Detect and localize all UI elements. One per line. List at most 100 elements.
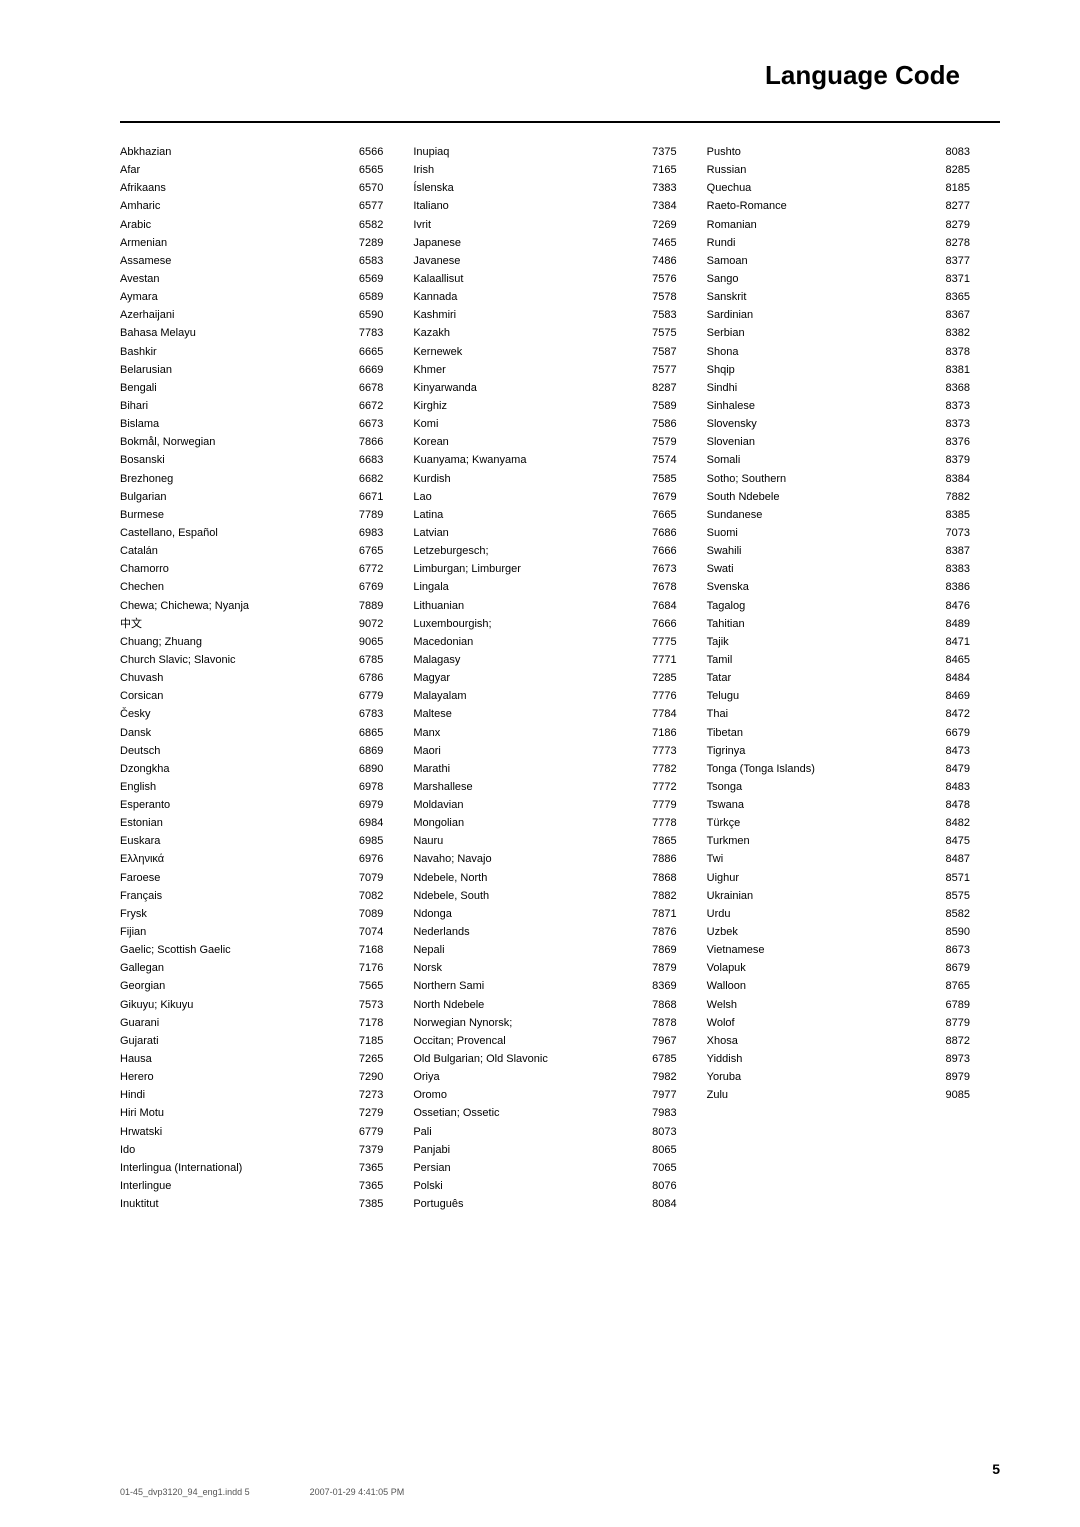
language-code: 6583: [345, 252, 383, 270]
language-code: 7783: [345, 324, 383, 342]
language-name: Hiri Motu: [120, 1104, 345, 1122]
language-name: Frysk: [120, 905, 345, 923]
language-name: Esperanto: [120, 796, 345, 814]
language-code: 7982: [639, 1068, 677, 1086]
language-name: Irish: [413, 161, 638, 179]
language-code: 8285: [932, 161, 970, 179]
language-name: Bashkir: [120, 343, 345, 361]
language-name: Castellano, Español: [120, 524, 345, 542]
language-code: 9065: [345, 633, 383, 651]
language-code: 8473: [932, 742, 970, 760]
language-code: 7876: [639, 923, 677, 941]
list-item: Oromo7977: [413, 1086, 696, 1104]
list-item: Gujarati7185: [120, 1032, 403, 1050]
list-item: Luxembourgish;7666: [413, 615, 696, 633]
language-code: 7585: [639, 470, 677, 488]
language-code: 7865: [639, 832, 677, 850]
list-item: Oriya7982: [413, 1068, 696, 1086]
language-code: 8475: [932, 832, 970, 850]
language-name: Aymara: [120, 288, 345, 306]
list-item: Ndebele, North7868: [413, 869, 696, 887]
language-name: Tsonga: [707, 778, 932, 796]
list-item: Türkçe8482: [707, 814, 990, 832]
language-code: 8779: [932, 1014, 970, 1032]
list-item: Twi8487: [707, 850, 990, 868]
language-name: Hrwatski: [120, 1123, 345, 1141]
list-item: Polski8076: [413, 1177, 696, 1195]
language-name: Volapuk: [707, 959, 932, 977]
list-item: Kalaallisut7576: [413, 270, 696, 288]
language-name: Zulu: [707, 1086, 932, 1104]
list-item: Navaho; Navajo7886: [413, 850, 696, 868]
language-name: Bengali: [120, 379, 345, 397]
language-name: Ndebele, South: [413, 887, 638, 905]
language-name: Latvian: [413, 524, 638, 542]
list-item: Maori7773: [413, 742, 696, 760]
language-name: Česky: [120, 705, 345, 723]
list-item: Macedonian7775: [413, 633, 696, 651]
language-name: Kashmiri: [413, 306, 638, 324]
list-item: Bashkir6665: [120, 343, 403, 361]
language-code: 8386: [932, 578, 970, 596]
language-name: Uzbek: [707, 923, 932, 941]
language-code: 8384: [932, 470, 970, 488]
language-code: 8489: [932, 615, 970, 633]
list-item: Gikuyu; Kikuyu7573: [120, 996, 403, 1014]
list-item: Quechua8185: [707, 179, 990, 197]
language-name: Kirghiz: [413, 397, 638, 415]
list-item: Svenska8386: [707, 578, 990, 596]
language-code: 7486: [639, 252, 677, 270]
language-name: Kinyarwanda: [413, 379, 638, 397]
language-name: Türkçe: [707, 814, 932, 832]
language-name: Arabic: [120, 216, 345, 234]
language-name: Swahili: [707, 542, 932, 560]
list-item: Samoan8377: [707, 252, 990, 270]
language-name: Azerhaijani: [120, 306, 345, 324]
language-name: Oriya: [413, 1068, 638, 1086]
list-item: Welsh6789: [707, 996, 990, 1014]
list-item: Old Bulgarian; Old Slavonic6785: [413, 1050, 696, 1068]
language-name: Walloon: [707, 977, 932, 995]
language-name: Japanese: [413, 234, 638, 252]
list-item: North Ndebele7868: [413, 996, 696, 1014]
language-name: Nauru: [413, 832, 638, 850]
language-code: 7186: [639, 724, 677, 742]
list-item: Northern Sami8369: [413, 977, 696, 995]
language-code: 7782: [639, 760, 677, 778]
language-code: 8973: [932, 1050, 970, 1068]
language-code: 7289: [345, 234, 383, 252]
language-code: 8472: [932, 705, 970, 723]
language-name: Burmese: [120, 506, 345, 524]
list-item: Norwegian Nynorsk;7878: [413, 1014, 696, 1032]
list-item: Irish7165: [413, 161, 696, 179]
language-code: 7771: [639, 651, 677, 669]
language-name: Bosanski: [120, 451, 345, 469]
list-item: Herero7290: [120, 1068, 403, 1086]
title-divider: [120, 121, 1000, 123]
list-item: Chewa; Chichewa; Nyanja7889: [120, 597, 403, 615]
language-code: 7665: [639, 506, 677, 524]
list-item: Bahasa Melayu7783: [120, 324, 403, 342]
language-name: Ndebele, North: [413, 869, 638, 887]
language-code: 8381: [932, 361, 970, 379]
list-item: Thai8472: [707, 705, 990, 723]
language-code: 7379: [345, 1141, 383, 1159]
language-name: Khmer: [413, 361, 638, 379]
language-code: 7878: [639, 1014, 677, 1032]
list-item: Bosanski6683: [120, 451, 403, 469]
list-item: Hausa7265: [120, 1050, 403, 1068]
column-2: Inupiaq7375Irish7165Íslenska7383Italiano…: [413, 143, 706, 1213]
language-name: Samoan: [707, 252, 932, 270]
language-name: Shona: [707, 343, 932, 361]
language-code: 8679: [932, 959, 970, 977]
list-item: Sinhalese8373: [707, 397, 990, 415]
language-code: 7074: [345, 923, 383, 941]
language-name: Gaelic; Scottish Gaelic: [120, 941, 345, 959]
language-name: Romanian: [707, 216, 932, 234]
list-item: Ido7379: [120, 1141, 403, 1159]
language-name: Faroese: [120, 869, 345, 887]
list-item: Maltese7784: [413, 705, 696, 723]
language-code: 7776: [639, 687, 677, 705]
language-name: Kurdish: [413, 470, 638, 488]
language-name: Inupiaq: [413, 143, 638, 161]
